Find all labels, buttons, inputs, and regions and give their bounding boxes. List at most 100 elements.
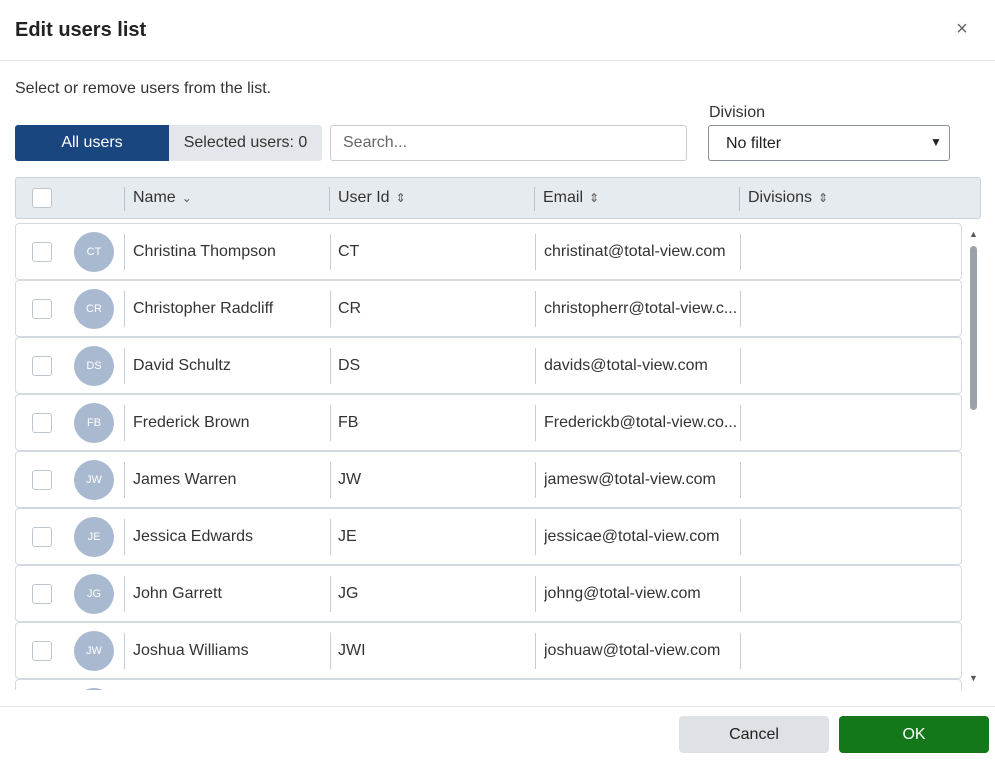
cell-divider	[740, 519, 741, 555]
row-checkbox[interactable]	[32, 413, 52, 433]
cell-divider	[535, 519, 536, 555]
division-select-value: No filter	[726, 135, 782, 152]
user-email: christinat@total-view.com	[544, 243, 726, 260]
cell-divider	[535, 576, 536, 612]
user-name: James Warren	[133, 471, 237, 488]
caret-down-icon: ▼	[930, 135, 942, 149]
row-checkbox[interactable]	[32, 299, 52, 319]
cell-divider	[740, 633, 741, 669]
row-checkbox[interactable]	[32, 242, 52, 262]
avatar: JW	[74, 460, 114, 500]
user-email: jessicae@total-view.com	[544, 528, 720, 545]
division-label: Division	[709, 104, 766, 121]
avatar: CT	[74, 232, 114, 272]
cell-divider	[740, 462, 741, 498]
user-row[interactable]: CT Christina Thompson CT christinat@tota…	[15, 223, 962, 280]
user-id: JG	[338, 585, 359, 602]
cell-divider	[330, 519, 331, 555]
cancel-button[interactable]: Cancel	[679, 716, 829, 753]
table-header: Name ⌄ User Id ⇕ Email ⇕ Divisions ⇕	[15, 177, 981, 219]
row-checkbox[interactable]	[32, 527, 52, 547]
cell-divider	[330, 633, 331, 669]
cell-divider	[740, 348, 741, 384]
column-divider	[534, 187, 535, 211]
cell-divider	[535, 291, 536, 327]
chevron-down-icon: ⌄	[181, 191, 192, 205]
avatar: JW	[74, 631, 114, 671]
user-name: Jessica Edwards	[133, 528, 254, 545]
user-list: CT Christina Thompson CT christinat@tota…	[15, 223, 963, 690]
user-id: DS	[338, 357, 361, 374]
user-row[interactable]: JW Joshua Williams JWI joshuaw@total-vie…	[15, 622, 962, 679]
scroll-down-icon[interactable]: ▼	[969, 673, 978, 683]
user-row[interactable]: DS David Schultz DS davids@total-view.co…	[15, 337, 962, 394]
close-icon[interactable]: ×	[952, 18, 972, 40]
user-email: christopherr@total-view.c...	[544, 300, 738, 317]
cell-divider	[535, 234, 536, 270]
column-divider	[739, 187, 740, 211]
division-select[interactable]: No filter ▼	[708, 125, 950, 161]
cell-divider	[124, 234, 125, 270]
scroll-up-icon[interactable]: ▲	[969, 229, 978, 239]
column-header-label: User Id	[338, 189, 390, 206]
column-header-label: Name	[133, 189, 176, 206]
cell-divider	[124, 462, 125, 498]
sort-icon: ⇕	[818, 191, 829, 205]
avatar: CR	[74, 289, 114, 329]
user-email: Frederickb@total-view.co...	[544, 414, 738, 431]
cell-divider	[740, 291, 741, 327]
cell-divider	[740, 576, 741, 612]
selected-users-tab[interactable]: Selected users: 0	[169, 125, 322, 161]
cell-divider	[535, 633, 536, 669]
column-header-email[interactable]: Email ⇕	[543, 189, 599, 207]
row-checkbox[interactable]	[32, 584, 52, 604]
user-id: CT	[338, 243, 360, 260]
cell-divider	[124, 576, 125, 612]
dialog-header: Edit users list ×	[0, 0, 995, 61]
user-id: CR	[338, 300, 362, 317]
cell-divider	[740, 405, 741, 441]
user-name: Christina Thompson	[133, 243, 276, 260]
column-divider	[329, 187, 330, 211]
cell-divider	[330, 348, 331, 384]
cell-divider	[124, 348, 125, 384]
cell-divider	[330, 462, 331, 498]
row-checkbox[interactable]	[32, 470, 52, 490]
user-row[interactable]: JW James Warren JW jamesw@total-view.com	[15, 451, 962, 508]
cell-divider	[535, 462, 536, 498]
user-name: David Schultz	[133, 357, 231, 374]
row-checkbox[interactable]	[32, 641, 52, 661]
cell-divider	[740, 234, 741, 270]
user-name: Christopher Radcliff	[133, 300, 274, 317]
cell-divider	[535, 405, 536, 441]
user-row[interactable]: FB Frederick Brown FB Frederickb@total-v…	[15, 394, 962, 451]
column-header-user-id[interactable]: User Id ⇕	[338, 189, 406, 207]
cell-divider	[124, 519, 125, 555]
ok-button[interactable]: OK	[839, 716, 989, 753]
user-row[interactable]: JG John Garrett JG johng@total-view.com	[15, 565, 962, 622]
user-row[interactable]: CR Christopher Radcliff CR christopherr@…	[15, 280, 962, 337]
row-checkbox[interactable]	[32, 356, 52, 376]
cell-divider	[330, 576, 331, 612]
dialog-subtitle: Select or remove users from the list.	[15, 80, 272, 97]
user-id: FB	[338, 414, 359, 431]
user-row-partial[interactable]	[15, 679, 962, 690]
user-email: jamesw@total-view.com	[544, 471, 716, 488]
user-id: JWI	[338, 642, 366, 659]
user-row[interactable]: JE Jessica Edwards JE jessicae@total-vie…	[15, 508, 962, 565]
scrollbar-thumb[interactable]	[970, 246, 977, 410]
cell-divider	[124, 633, 125, 669]
cell-divider	[124, 291, 125, 327]
all-users-tab[interactable]: All users	[15, 125, 169, 161]
search-input[interactable]	[330, 125, 687, 161]
user-id: JW	[338, 471, 362, 488]
sort-icon: ⇕	[589, 191, 600, 205]
column-divider	[124, 187, 125, 211]
user-email: davids@total-view.com	[544, 357, 708, 374]
cell-divider	[330, 234, 331, 270]
select-all-checkbox[interactable]	[32, 188, 52, 208]
user-id: JE	[338, 528, 357, 545]
column-header-name[interactable]: Name ⌄	[133, 189, 192, 207]
user-email: johng@total-view.com	[544, 585, 701, 602]
column-header-divisions[interactable]: Divisions ⇕	[748, 189, 828, 207]
